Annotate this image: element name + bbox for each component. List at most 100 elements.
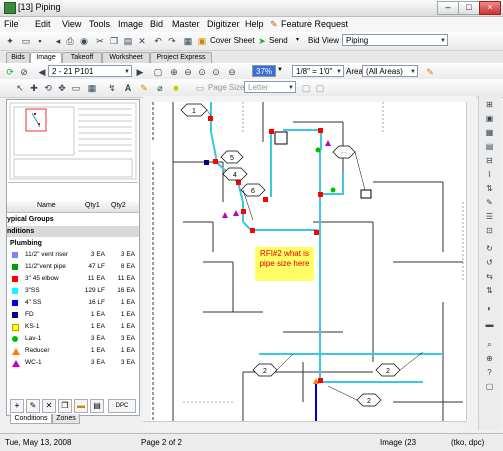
rectangle-icon[interactable]: ▭ <box>70 82 82 94</box>
area-tool-icon[interactable]: ✎ <box>424 66 436 78</box>
grid-icon[interactable]: ▦ <box>483 126 496 139</box>
group-plumbing[interactable]: Plumbing <box>7 238 142 249</box>
properties-icon[interactable]: ▤ <box>90 399 104 413</box>
magnify-icon[interactable]: ⌕ <box>483 338 496 351</box>
zoom-in-icon[interactable]: ⊕ <box>168 66 180 78</box>
table-row[interactable]: 11/2" vent riser 3 EA 3 EA <box>7 250 139 260</box>
table-row[interactable]: KS-1 1 EA 1 EA <box>7 322 139 332</box>
area-select[interactable]: (All Areas) ▼ <box>362 65 418 77</box>
menu-image[interactable]: Image <box>118 19 143 29</box>
rotate-left-icon[interactable]: ↺ <box>483 256 496 269</box>
help-icon[interactable]: ? <box>483 366 496 379</box>
maximize-button[interactable]: □ <box>458 1 480 15</box>
vertical-scrollbar[interactable] <box>466 102 477 421</box>
bid-view-select[interactable]: Piping ▼ <box>342 34 448 46</box>
cover-sheet-button[interactable]: Cover Sheet <box>210 36 254 45</box>
next-page-icon[interactable]: ▶ <box>134 66 146 78</box>
pan-icon[interactable]: ✥ <box>56 82 68 94</box>
crosshair-icon[interactable]: ✚ <box>28 82 40 94</box>
send-button[interactable]: Send <box>269 36 288 45</box>
table-row[interactable]: FD 1 EA 1 EA <box>7 310 139 320</box>
copy-icon[interactable]: ❐ <box>58 399 72 413</box>
undo-icon[interactable]: ↶ <box>152 35 164 47</box>
print-icon[interactable]: ⎙ <box>64 35 76 47</box>
zoom-page-icon[interactable]: ⊖ <box>226 66 238 78</box>
column-name[interactable]: Name <box>37 202 56 209</box>
open-icon[interactable]: ▭ <box>20 35 32 47</box>
add-icon[interactable]: + <box>10 399 24 413</box>
edit-icon[interactable]: ✎ <box>483 196 496 209</box>
view-icon[interactable]: ▢ <box>152 66 164 78</box>
sort-icon[interactable]: ⇅ <box>483 182 496 195</box>
text-icon[interactable]: A <box>122 82 134 94</box>
group-typical-groups[interactable]: ypical Groups <box>7 214 139 225</box>
rotate-icon[interactable]: ↻ <box>483 242 496 255</box>
tab-conditions[interactable]: Conditions <box>10 414 52 424</box>
rotate-icon[interactable]: ⟲ <box>42 82 54 94</box>
table-row[interactable]: WC-1 3 EA 3 EA <box>7 358 139 368</box>
redo-icon[interactable]: ↷ <box>166 35 178 47</box>
table-row[interactable]: 11/2"vent pipe 47 LF 8 EA <box>7 262 139 272</box>
lock-icon[interactable]: ⊡ <box>483 224 496 237</box>
new-icon[interactable]: ✦ <box>4 35 16 47</box>
pointer-icon[interactable]: ↖ <box>14 82 26 94</box>
list-icon[interactable]: ☰ <box>483 210 496 223</box>
link-icon[interactable]: ⌀ <box>154 82 166 94</box>
menu-master[interactable]: Master <box>172 19 200 29</box>
minimize-button[interactable]: – <box>437 1 459 15</box>
flip-icon[interactable]: ⇆ <box>483 270 496 283</box>
rfi-note[interactable]: RFI#2 what is pipe size here <box>255 247 314 281</box>
save-icon[interactable]: ▪ <box>34 35 46 47</box>
table-row[interactable]: 3" 45 elbow 11 EA 11 EA <box>7 274 139 284</box>
mirror-icon[interactable]: ⇅ <box>483 284 496 297</box>
page-select[interactable]: 2 - 21 P101 ▼ <box>48 65 132 77</box>
info-icon[interactable]: ▢ <box>483 380 496 393</box>
ruler-icon[interactable]: ⊟ <box>483 154 496 167</box>
group-conditions[interactable]: nditions <box>7 226 139 237</box>
stop-icon[interactable]: ⊘ <box>18 66 30 78</box>
cover-sheet-icon[interactable]: ▣ <box>196 35 208 47</box>
menu-help[interactable]: Help <box>245 19 264 29</box>
menu-file[interactable]: File <box>4 19 19 29</box>
zoom-field[interactable]: 37% <box>252 65 276 77</box>
preview-icon[interactable]: ◉ <box>78 35 90 47</box>
prev-page-icon[interactable]: ◀ <box>36 66 48 78</box>
note-icon[interactable]: ■ <box>170 82 182 94</box>
menu-view[interactable]: View <box>62 19 81 29</box>
table-row[interactable]: 4" SS 16 LF 1 EA <box>7 298 139 308</box>
table-icon[interactable]: ▤ <box>483 140 496 153</box>
paste-icon[interactable]: ▤ <box>122 35 134 47</box>
back-icon[interactable]: ◂ <box>52 35 64 47</box>
refresh-icon[interactable]: ⟳ <box>4 66 16 78</box>
display-icon[interactable]: ▬ <box>483 318 496 331</box>
menu-digitizer[interactable]: Digitizer <box>207 19 240 29</box>
tab-bids[interactable]: Bids <box>6 52 30 63</box>
menu-feature-request[interactable]: Feature Request <box>281 19 348 29</box>
table-row[interactable]: Lav-1 3 EA 3 EA <box>7 334 139 344</box>
menu-tools[interactable]: Tools <box>89 19 110 29</box>
cut-icon[interactable]: ✂ <box>94 35 106 47</box>
highlight-icon[interactable]: ✎ <box>138 82 150 94</box>
tab-project-express[interactable]: Project Express <box>150 52 212 63</box>
close-button[interactable]: × <box>479 1 501 15</box>
thumbnail-preview[interactable] <box>8 101 138 183</box>
grid-icon[interactable]: ▦ <box>182 35 194 47</box>
scale-select[interactable]: 1/8" = 1'0" ▼ <box>292 65 344 77</box>
chart-icon[interactable]: ⌇ <box>483 168 496 181</box>
table-row[interactable]: Reducer 1 EA 1 EA <box>7 346 139 356</box>
column-qty1[interactable]: Qty1 <box>85 202 100 209</box>
delete-icon[interactable]: ✕ <box>42 399 56 413</box>
dpc-button[interactable]: DPC <box>108 399 136 413</box>
pin-icon[interactable]: ⊞ <box>483 98 496 111</box>
annotate-icon[interactable]: ↯ <box>106 82 118 94</box>
tab-takeoff[interactable]: Takeoff <box>62 52 102 63</box>
tab-worksheet[interactable]: Worksheet <box>102 52 150 63</box>
zoom-window-icon[interactable]: ⊙ <box>196 66 208 78</box>
folder-icon[interactable]: ▬ <box>74 399 88 413</box>
table-row[interactable]: 3"SS 129 LF 16 EA <box>7 286 139 296</box>
contrast-icon[interactable]: ◐ <box>483 302 496 315</box>
zoom-fit-icon[interactable]: ⊙ <box>210 66 222 78</box>
layer-icon[interactable]: ▣ <box>483 112 496 125</box>
horizontal-scrollbar[interactable] <box>143 421 466 431</box>
send-icon[interactable]: ➤ <box>256 35 268 47</box>
